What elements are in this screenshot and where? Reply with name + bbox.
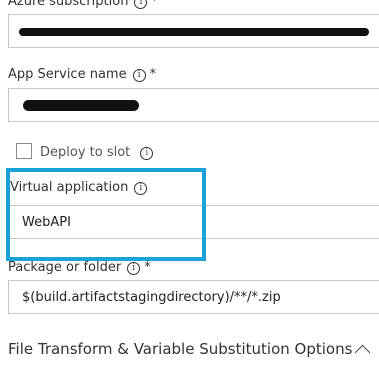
required-asterisk: * [151, 0, 158, 9]
info-icon[interactable]: i [140, 146, 154, 160]
chevron-up-icon[interactable] [354, 344, 371, 361]
azure-subscription-label-text: Azure subscription [8, 0, 129, 9]
deploy-to-slot-label: Deploy to slot i [40, 145, 154, 161]
redacted-subscription-value [19, 28, 369, 36]
azure-subscription-select[interactable] [8, 14, 379, 48]
required-asterisk: * [149, 67, 157, 82]
section-header-title[interactable]: File Transform & Variable Substitution O… [8, 340, 352, 358]
info-icon[interactable]: i [127, 261, 141, 275]
redacted-app-service-value [23, 100, 139, 111]
required-asterisk: * [144, 260, 151, 275]
deploy-to-slot-checkbox[interactable] [16, 143, 32, 159]
azure-subscription-label: Azure subscription i * [8, 0, 158, 10]
highlight-box [6, 168, 206, 261]
package-or-folder-label: Package or folder i * [8, 260, 151, 276]
app-service-name-label: App Service name i * [8, 67, 156, 83]
app-service-name-select[interactable] [8, 88, 379, 122]
info-icon[interactable]: i [132, 68, 146, 82]
info-icon[interactable]: i [134, 0, 148, 9]
package-or-folder-value: $(build.artifactstagingdirectory)/**/*.z… [22, 290, 281, 305]
app-service-name-label-text: App Service name [8, 67, 127, 82]
package-or-folder-label-text: Package or folder [8, 260, 122, 275]
deploy-to-slot-label-text: Deploy to slot [40, 145, 131, 160]
